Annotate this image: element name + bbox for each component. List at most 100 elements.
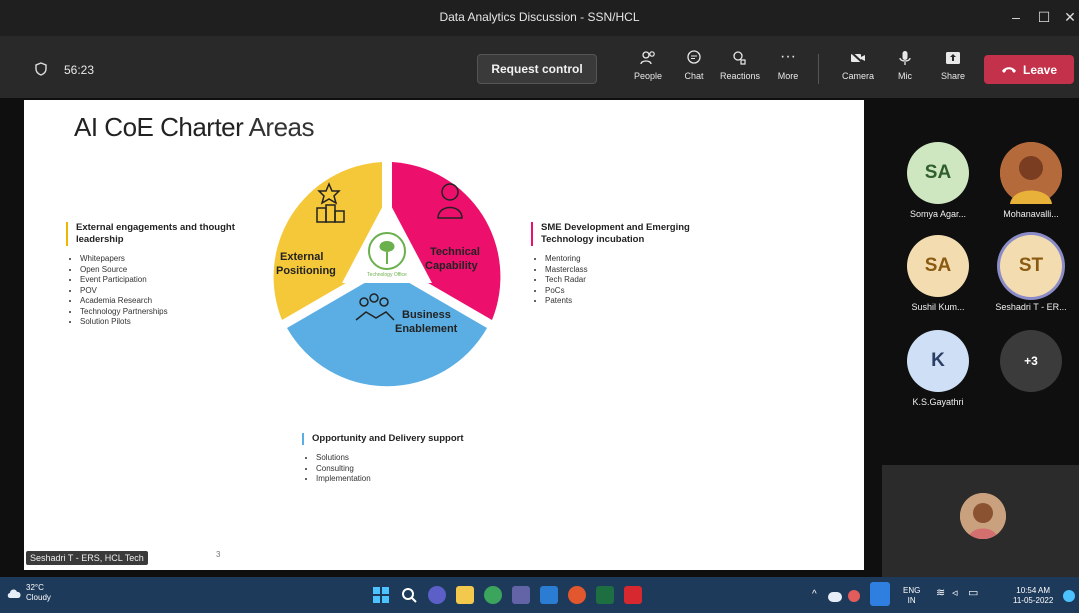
onedrive-cloud-icon[interactable] bbox=[828, 592, 842, 602]
center-label: Technology Office bbox=[367, 272, 407, 278]
request-control-button[interactable]: Request control bbox=[477, 54, 597, 84]
list-item: Academia Research bbox=[80, 296, 244, 307]
minimize-button[interactable]: – bbox=[1002, 6, 1030, 28]
technical-label-line2: Capability bbox=[425, 260, 478, 272]
participant-tile[interactable]: SA Sushil Kum... bbox=[898, 235, 978, 312]
share-button[interactable]: Share bbox=[930, 48, 976, 92]
reactions-icon bbox=[733, 51, 746, 65]
right-section-list: Mentoring Masterclass Tech Radar PoCs Pa… bbox=[531, 254, 711, 307]
avatar-initials: SA bbox=[924, 255, 952, 276]
teams-chat-icon[interactable] bbox=[428, 586, 446, 604]
speaker-volume-icon[interactable]: ◃ bbox=[952, 588, 958, 599]
outlook-icon[interactable] bbox=[540, 586, 558, 604]
participant-tile[interactable]: SA Somya Agar... bbox=[898, 142, 978, 219]
show-hidden-icons-chevron-icon[interactable]: ^ bbox=[812, 590, 817, 600]
window-title: Data Analytics Discussion - SSN/HCL bbox=[439, 10, 640, 24]
list-item: Technology Partnerships bbox=[80, 307, 244, 318]
meeting-timer: 56:23 bbox=[64, 63, 95, 77]
list-item: Tech Radar bbox=[545, 275, 711, 286]
tray-app-icon[interactable] bbox=[848, 590, 860, 602]
region-code: IN bbox=[907, 596, 916, 605]
weather-widget[interactable]: 32°C Cloudy bbox=[26, 583, 51, 603]
avatar: ST bbox=[1000, 235, 1062, 297]
participant-name: Somya Agar... bbox=[909, 209, 967, 219]
search-icon[interactable] bbox=[400, 586, 418, 604]
participant-tile[interactable]: K K.S.Gayathri bbox=[898, 330, 978, 407]
shield-icon bbox=[35, 62, 47, 76]
avatar: K bbox=[907, 330, 969, 392]
excel-icon[interactable] bbox=[596, 586, 614, 604]
language-code: ENG bbox=[903, 586, 921, 595]
chrome-browser-icon[interactable] bbox=[484, 586, 502, 604]
participant-tile[interactable]: Mohanavalli... bbox=[986, 142, 1076, 219]
avatar: SA bbox=[907, 142, 969, 204]
wifi-icon[interactable]: ≋ bbox=[936, 588, 945, 599]
avatar bbox=[1000, 142, 1062, 204]
camera-off-icon bbox=[850, 51, 865, 65]
mic-icon bbox=[899, 51, 911, 65]
more-participants-tile[interactable]: +3 bbox=[1000, 330, 1062, 392]
maximize-button[interactable]: ☐ bbox=[1030, 6, 1058, 28]
participant-photo bbox=[960, 493, 1006, 539]
list-item: POV bbox=[80, 286, 244, 297]
windows-start-icon[interactable] bbox=[372, 586, 390, 604]
reactions-label: Reactions bbox=[719, 71, 761, 81]
notification-badge-icon[interactable] bbox=[1063, 590, 1075, 602]
avatar-initials: K bbox=[931, 350, 945, 371]
left-section: External engagements and thought leaders… bbox=[66, 222, 244, 328]
technical-label-line1: Technical bbox=[430, 246, 480, 258]
mic-label: Mic bbox=[898, 71, 912, 81]
close-button[interactable]: ✕ bbox=[1056, 6, 1079, 28]
presentation-slide: AI CoE Charter Areas External engagement… bbox=[24, 100, 864, 570]
people-icon bbox=[640, 51, 655, 65]
acrobat-icon[interactable] bbox=[624, 586, 642, 604]
reactions-button[interactable]: Reactions bbox=[717, 48, 763, 92]
battery-icon[interactable]: ▭ bbox=[968, 588, 978, 599]
tray-mic-icon[interactable] bbox=[870, 582, 890, 606]
window-titlebar: Data Analytics Discussion - SSN/HCL – ☐ … bbox=[0, 0, 1079, 36]
slide-title-areas: Areas bbox=[243, 112, 315, 142]
share-label: Share bbox=[940, 71, 966, 81]
chat-button[interactable]: Chat bbox=[671, 48, 717, 92]
more-button[interactable]: ··· More bbox=[765, 48, 811, 92]
slide-title: AI CoE Charter Areas bbox=[74, 112, 315, 143]
list-item: Whitepapers bbox=[80, 254, 244, 265]
share-icon bbox=[946, 52, 960, 64]
business-label-line1: Business bbox=[402, 309, 451, 321]
people-button[interactable]: People bbox=[625, 48, 671, 92]
participant-tile[interactable]: ST Seshadri T - ER... bbox=[986, 235, 1076, 312]
list-item: Implementation bbox=[316, 474, 502, 485]
clock-time: 10:54 AM bbox=[1016, 586, 1051, 595]
avatar-initials: SA bbox=[924, 162, 952, 183]
participant-name: Mohanavalli... bbox=[1003, 209, 1059, 219]
participant-name: Seshadri T - ER... bbox=[995, 302, 1067, 312]
leave-button[interactable]: Leave bbox=[984, 55, 1074, 84]
more-icon: ··· bbox=[780, 48, 796, 65]
leave-label: Leave bbox=[1022, 62, 1058, 77]
right-section-heading: SME Development and Emerging Technology … bbox=[531, 222, 711, 246]
slide-title-main: AI CoE Charter bbox=[74, 112, 244, 142]
phone-hangup-icon bbox=[1001, 66, 1016, 73]
file-explorer-icon[interactable] bbox=[456, 586, 474, 604]
charter-pie-diagram: Technology Office External Positioning Te… bbox=[273, 162, 501, 387]
list-item: Solutions bbox=[316, 453, 502, 464]
list-item: Solution Pilots bbox=[80, 317, 244, 328]
list-item: Open Source bbox=[80, 265, 244, 276]
speaker-name-label: Seshadri T - ERS, HCL Tech bbox=[26, 551, 148, 565]
external-label-line2: Positioning bbox=[276, 265, 336, 277]
avatar-initials: +3 bbox=[1024, 354, 1038, 368]
powerpoint-icon[interactable] bbox=[568, 586, 586, 604]
teams-app-icon[interactable] bbox=[512, 586, 530, 604]
left-section-heading: External engagements and thought leaders… bbox=[66, 222, 244, 246]
avatar: +3 bbox=[1000, 330, 1062, 392]
weather-temperature: 32°C bbox=[26, 583, 44, 592]
mic-button[interactable]: Mic bbox=[882, 48, 928, 92]
clock[interactable]: 10:54 AM 11-05-2022 bbox=[1013, 586, 1053, 606]
right-section: SME Development and Emerging Technology … bbox=[531, 222, 711, 307]
chat-icon bbox=[687, 50, 701, 64]
bottom-section: Opportunity and Delivery support Solutio… bbox=[302, 433, 502, 485]
toolbar-divider bbox=[818, 54, 819, 84]
self-view-video bbox=[882, 465, 1079, 577]
language-indicator[interactable]: ENG IN bbox=[903, 586, 920, 606]
camera-button[interactable]: Camera bbox=[835, 48, 881, 92]
